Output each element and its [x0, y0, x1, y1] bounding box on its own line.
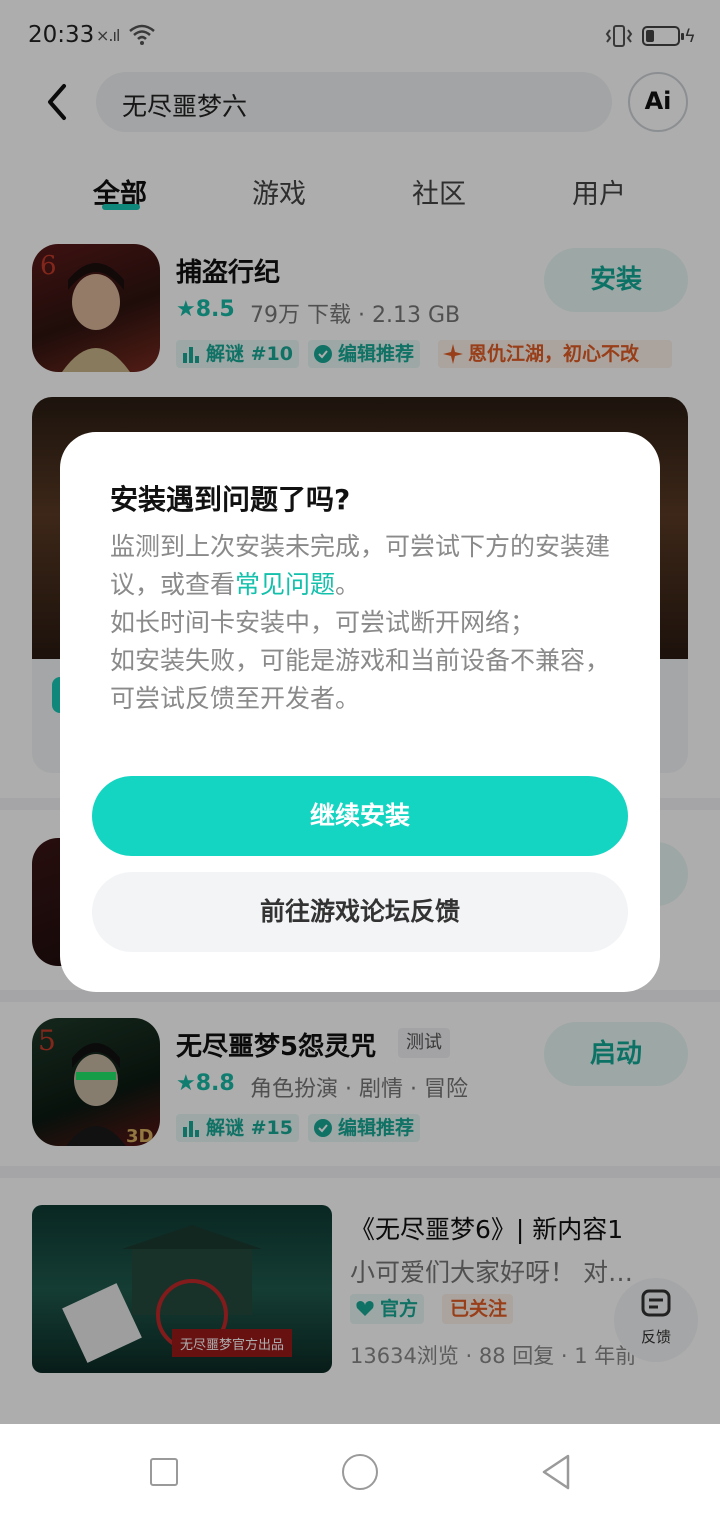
home-button[interactable]	[342, 1454, 378, 1490]
forum-feedback-button[interactable]: 前往游戏论坛反馈	[92, 872, 628, 952]
dialog-body-line3: 如安装失败，可能是游戏和当前设备不兼容，可尝试反馈至开发者。	[110, 646, 611, 713]
dialog-body: 监测到上次安装未完成，可尝试下方的安装建议，或查看常见问题。 如长时间卡安装中，…	[110, 528, 622, 718]
dialog-body-line2: 如长时间卡安装中，可尝试断开网络；	[110, 608, 536, 637]
recents-button[interactable]	[150, 1458, 178, 1486]
system-nav-bar	[0, 1424, 720, 1520]
back-button[interactable]	[538, 1452, 574, 1492]
dialog-title: 安装遇到问题了吗?	[110, 483, 351, 516]
continue-install-button[interactable]: 继续安装	[92, 776, 628, 856]
install-problem-dialog: 安装遇到问题了吗? 监测到上次安装未完成，可尝试下方的安装建议，或查看常见问题。…	[60, 432, 660, 992]
dialog-body-period: 。	[335, 570, 361, 599]
faq-link[interactable]: 常见问题	[235, 570, 335, 599]
